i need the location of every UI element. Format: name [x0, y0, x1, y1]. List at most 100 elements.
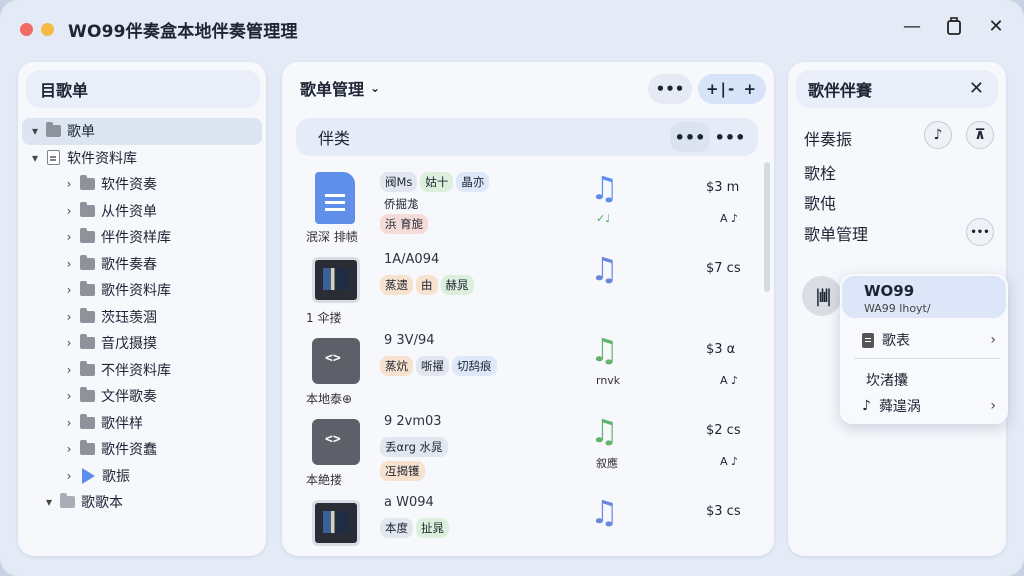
song-manager-title[interactable]: 歌单管理 ⌄ — [300, 76, 380, 100]
folder-icon — [80, 307, 95, 323]
tree-item[interactable]: › 歌振 — [22, 463, 262, 490]
menu-item-1[interactable]: 坎渚攮 — [862, 370, 996, 390]
add-button[interactable]: +|- + — [698, 74, 766, 104]
song-duration: $3 m — [706, 180, 740, 195]
chevron-down-icon[interactable]: ▾ — [42, 495, 56, 509]
tag-group: 本度 扯晁 — [380, 518, 449, 538]
folder-icon — [80, 228, 95, 244]
chevron-down-icon[interactable]: ▾ — [28, 124, 42, 138]
chevron-right-icon[interactable]: › — [62, 204, 76, 218]
tag-badge[interactable]: 本度 — [380, 518, 413, 538]
playlist-tree: ▾ 歌单 ▾ 软件资料库 › 软件资奏 › 从件资单 › 伴件资样库 › 歌件奏春 › 歌件资料库 › 茨珏羡… — [22, 118, 262, 516]
image-thumbnail — [312, 500, 360, 546]
tag-badge[interactable]: 由 — [416, 275, 438, 295]
tree-item[interactable]: › 歌件资蠢 — [22, 436, 262, 463]
category-options-button[interactable]: ••• — [714, 122, 746, 152]
property-row-3: 歌单管理 — [804, 225, 869, 244]
context-menu-title: WO99 — [864, 282, 915, 300]
context-menu-header[interactable]: WO99 WA99 lhoyt/ — [842, 276, 1006, 318]
tag-badge[interactable]: 侨掘尨 — [380, 194, 424, 214]
context-menu-subtitle: WA99 lhoyt/ — [864, 302, 931, 315]
tag-badge[interactable]: 晶亦 — [456, 172, 490, 192]
chevron-right-icon[interactable]: › — [62, 416, 76, 430]
tree-item-label: 伴件资样库 — [101, 230, 171, 247]
song-row[interactable]: 泯深 排帻 阀Ms 姑十 晶亦 侨掘尨浜 育旎 ♫ ✓♩ $3 m A ♪ — [282, 166, 774, 247]
menu-item-0[interactable]: 歌表 › — [862, 330, 996, 350]
accompaniment-panel-title: 歌伴伴賽 — [808, 81, 873, 100]
song-row[interactable]: 本地泰⊕ 9 3V/94 蒸炕哳擢切鸹痕 ♫ rnvk $3 α A ♪ — [282, 328, 774, 409]
close-icon[interactable]: ✕ — [986, 16, 1006, 37]
song-duration: $2 cs — [706, 423, 741, 438]
tree-item-label: 软件资奏 — [101, 177, 157, 194]
tag-badge[interactable]: 切鸹痕 — [452, 356, 497, 376]
note-caption: rnvk — [596, 374, 621, 387]
menu-item-2[interactable]: ♪ 蕣遑涡 › — [862, 396, 996, 416]
tree-item[interactable]: › 不伴资料库 — [22, 357, 262, 384]
music-note-icon: ♫ — [590, 331, 619, 369]
folder-icon — [60, 493, 75, 509]
duration-caption: A ♪ — [720, 455, 739, 468]
tree-item[interactable]: › 从件资单 — [22, 198, 262, 225]
tag-badge[interactable]: 冱揭镬 — [380, 461, 425, 481]
tree-item[interactable]: ▾ 歌歌本 — [22, 489, 262, 516]
filter-icon[interactable]: ⊼ — [966, 121, 994, 149]
tree-item[interactable]: › 伴件资样库 — [22, 224, 262, 251]
duration-caption: A ♪ — [720, 374, 739, 387]
tag-badge[interactable]: 丢αrg 水晁 — [380, 437, 448, 457]
close-dot-button[interactable] — [20, 22, 33, 36]
song-list-scrollbar[interactable] — [764, 162, 770, 292]
chevron-right-icon[interactable]: › — [62, 177, 76, 191]
tag-group: 侨掘尨 — [380, 194, 424, 214]
chevron-right-icon[interactable]: › — [62, 283, 76, 297]
tag-badge[interactable]: 哳擢 — [416, 356, 449, 376]
chevron-right-icon[interactable]: › — [62, 230, 76, 244]
song-row[interactable]: 本絶搂 9 2vm03 丢αrg 水晁冱揭镬 ♫ 叙應 $2 cs A ♪ — [282, 409, 774, 490]
chevron-right-icon[interactable]: › — [62, 389, 76, 403]
tree-item[interactable]: › 文伴歌奏 — [22, 383, 262, 410]
chevron-right-icon[interactable]: › — [62, 310, 76, 324]
tag-badge[interactable]: 赫晁 — [440, 275, 474, 295]
song-row[interactable]: 1 伞搂 1A/A094 蒸遗由赫晁 ♫ $7 cs — [282, 247, 774, 328]
tree-item[interactable]: › 歌伴样 — [22, 410, 262, 437]
music-note-icon[interactable]: ♪ — [924, 121, 952, 149]
song-row[interactable]: a W094 本度 扯晁 ♫ $3 cs — [282, 490, 774, 571]
minimize-dot-button[interactable] — [41, 22, 54, 36]
more-icon[interactable]: ••• — [966, 218, 994, 246]
close-icon[interactable]: ✕ — [969, 78, 984, 99]
tree-item-label: 歌歌本 — [81, 495, 123, 512]
tree-item[interactable]: › 音戊摄摸 — [22, 330, 262, 357]
tag-badge[interactable]: 蒸遗 — [380, 275, 413, 295]
category-more-button[interactable]: ••• — [670, 122, 710, 152]
chevron-down-icon[interactable]: ▾ — [28, 151, 42, 165]
tree-item[interactable]: › 茨珏羡涸 — [22, 304, 262, 331]
tree-item[interactable]: ▾ 歌单 — [22, 118, 262, 145]
song-title: 9 3V/94 — [384, 333, 435, 348]
tree-item[interactable]: › 软件资奏 — [22, 171, 262, 198]
song-manager-title-text: 歌单管理 — [300, 80, 365, 99]
tree-item[interactable]: ▾ 软件资料库 — [22, 145, 262, 172]
chevron-right-icon[interactable]: › — [62, 442, 76, 456]
chevron-right-icon[interactable]: › — [62, 257, 76, 271]
tree-item[interactable]: › 歌件奏春 — [22, 251, 262, 278]
more-button[interactable]: ••• — [648, 74, 692, 104]
tag-badge[interactable]: 浜 育旎 — [380, 214, 429, 234]
chevron-right-icon[interactable]: › — [62, 363, 76, 377]
tree-item[interactable]: › 歌件资料库 — [22, 277, 262, 304]
tag-badge[interactable]: 阀Ms — [380, 172, 418, 192]
tree-item-label: 茨珏羡涸 — [101, 309, 157, 326]
maximize-icon[interactable] — [944, 16, 964, 36]
chevron-down-icon: ⌄ — [370, 81, 381, 95]
chevron-right-icon[interactable]: › — [62, 336, 76, 350]
menu-item-label: 蕣遑涡 — [878, 399, 921, 415]
tag-badge[interactable]: 蒸炕 — [380, 356, 413, 376]
chevron-right-icon[interactable]: › — [62, 469, 76, 483]
traffic-lights — [20, 22, 54, 36]
tag-group: 冱揭镬 — [380, 461, 425, 481]
minimize-icon[interactable]: — — [902, 16, 922, 37]
app-title: WO99伴奏盒本地伴奏管理理 — [68, 21, 298, 42]
song-duration: $3 α — [706, 342, 736, 357]
tag-badge[interactable]: 扯晁 — [416, 518, 449, 538]
tag-badge[interactable]: 姑十 — [420, 172, 454, 192]
tag-group: 阀Ms 姑十 晶亦 — [380, 172, 490, 192]
tree-item-label: 从件资单 — [101, 203, 157, 220]
